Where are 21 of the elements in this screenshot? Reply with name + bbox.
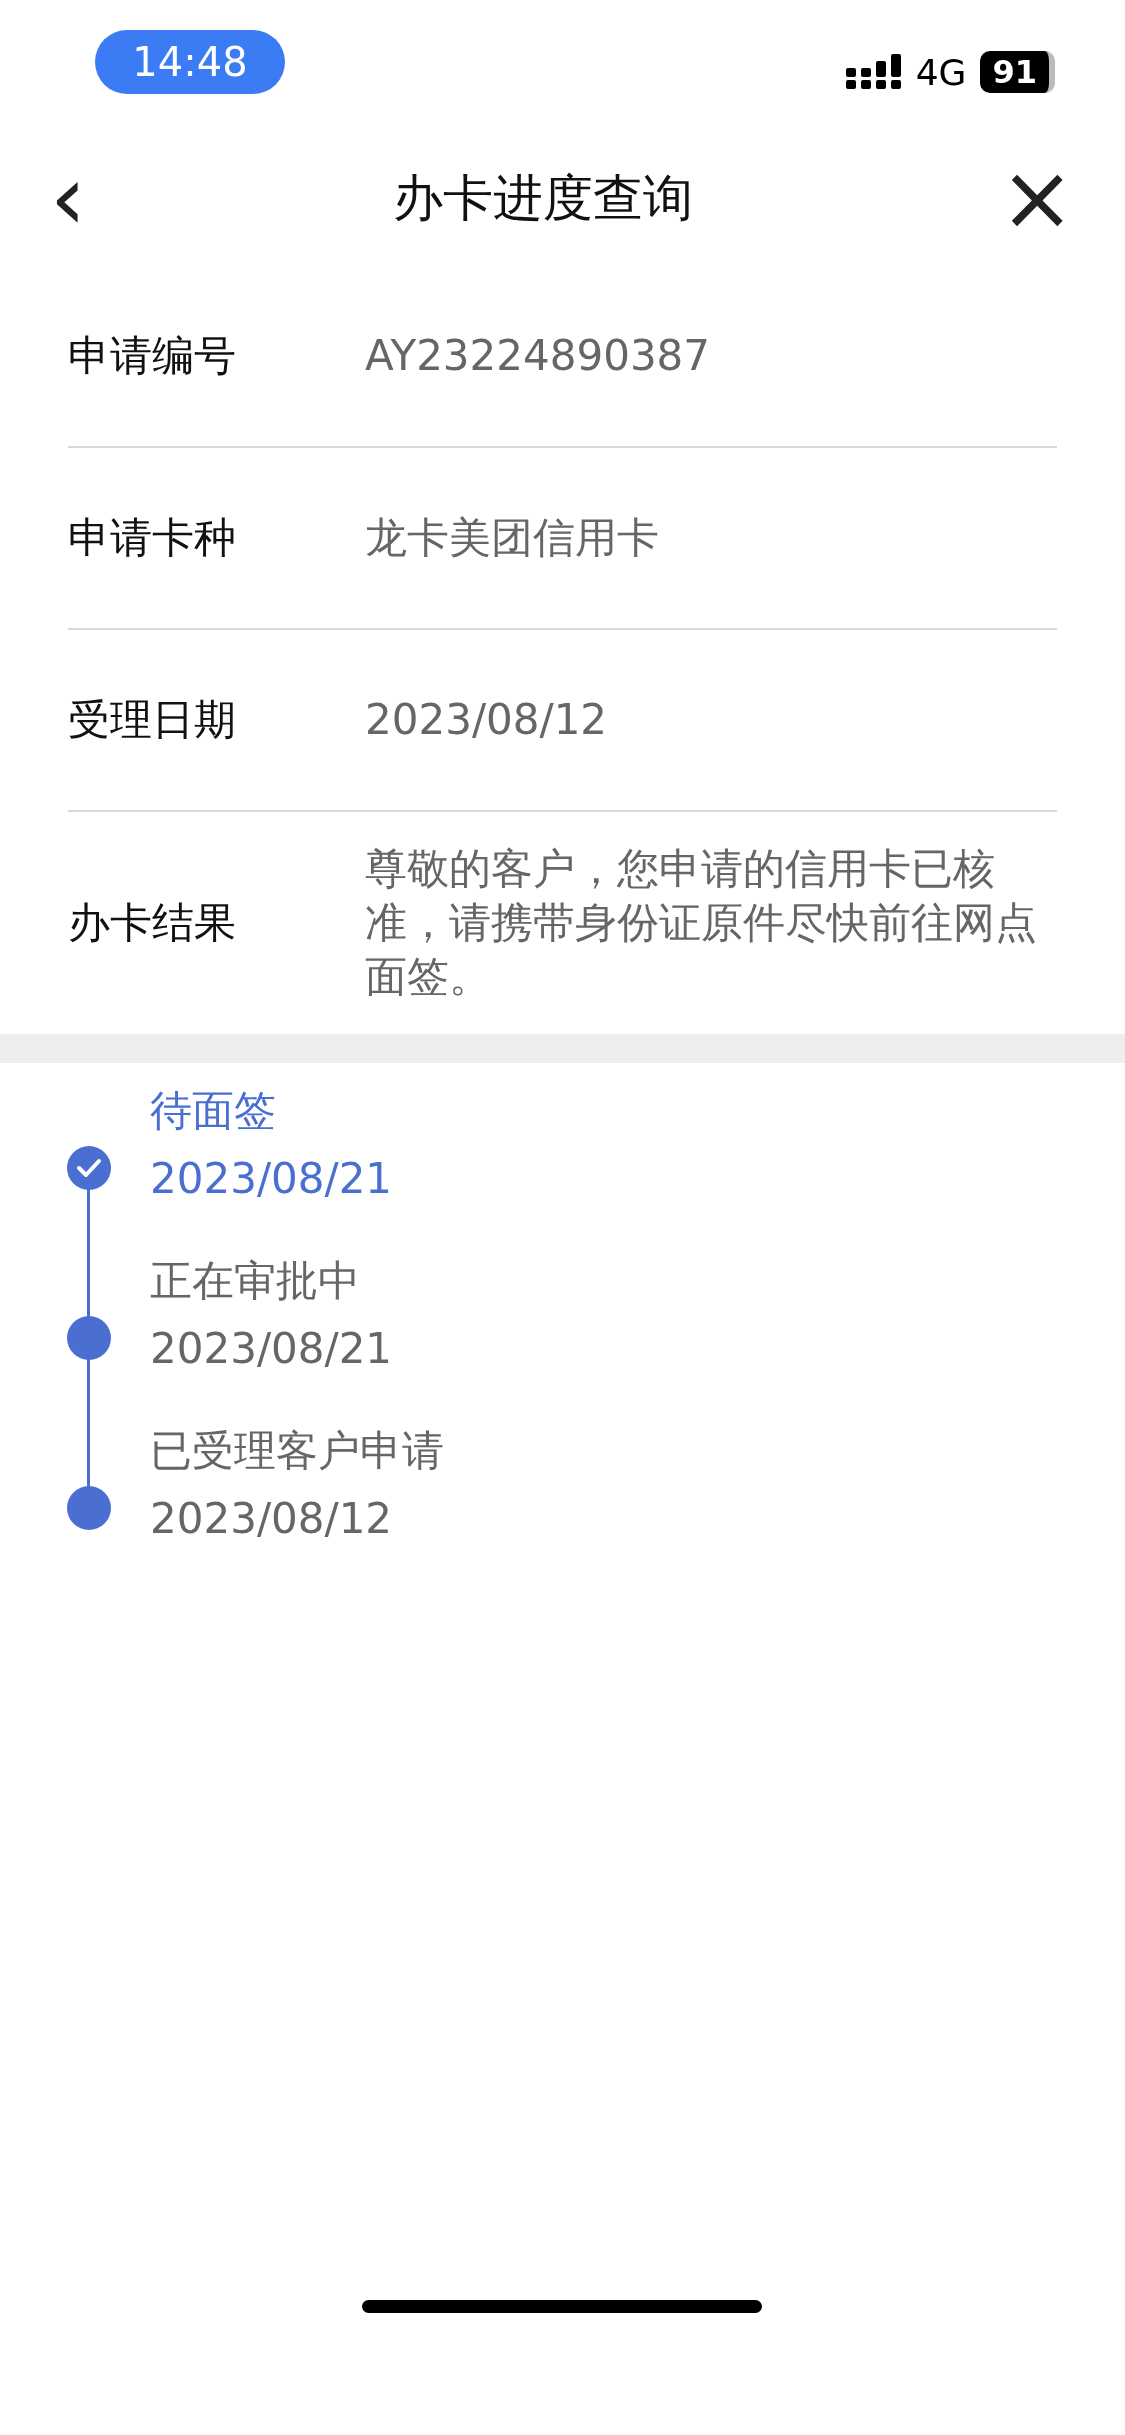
field-value: 龙卡美团信用卡: [365, 512, 660, 564]
step-date: 2023/08/21: [150, 1153, 393, 1205]
step-title: 正在审批中: [150, 1255, 361, 1307]
field-label: 申请卡种: [68, 512, 237, 564]
step-title: 待面签: [150, 1085, 277, 1137]
step-date: 2023/08/21: [150, 1323, 393, 1375]
field-label: 受理日期: [68, 694, 237, 746]
field-value: AY23224890387: [365, 330, 712, 382]
status-time: 14:48: [95, 30, 285, 94]
field-value: 2023/08/12: [365, 694, 609, 746]
step-date: 2023/08/12: [150, 1493, 394, 1545]
signal-icon: [845, 54, 902, 90]
field-label: 办卡结果: [68, 897, 237, 949]
field-value: 尊敬的客户，您申请的信用卡已核准，请携带身份证原件尽快前往网点面签。: [365, 843, 1038, 1003]
page-title: 办卡进度查询: [392, 167, 693, 229]
battery-level: 91: [980, 51, 1055, 93]
back-button[interactable]: ‹: [40, 153, 96, 243]
close-button[interactable]: ×: [989, 153, 1085, 243]
network-type: 4G: [915, 51, 967, 93]
field-label: 申请编号: [68, 330, 237, 382]
step-title: 已受理客户申请: [150, 1425, 444, 1477]
